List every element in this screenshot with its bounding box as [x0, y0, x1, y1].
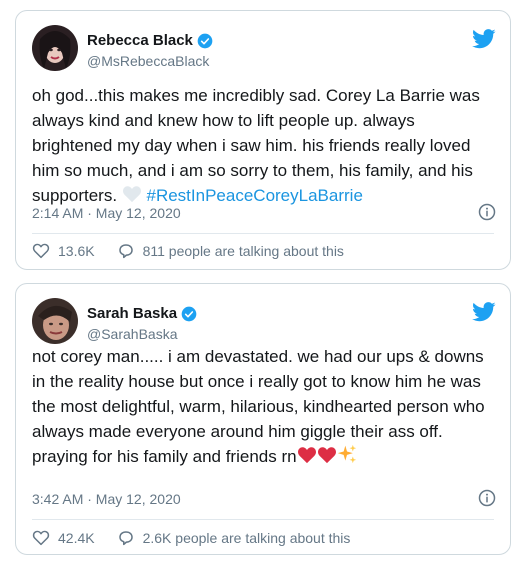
heart-icon: [32, 243, 50, 259]
action-bar: 13.6K 811 people are talking about this: [32, 242, 494, 260]
display-name[interactable]: Rebecca Black: [87, 32, 193, 49]
display-name[interactable]: Sarah Baska: [87, 305, 177, 322]
red-heart-emoji: [317, 447, 336, 464]
info-icon[interactable]: [478, 203, 496, 221]
heart-icon: [32, 530, 50, 546]
conversation-link[interactable]: 811 people are talking about this: [117, 242, 344, 260]
like-count: 42.4K: [58, 530, 95, 546]
verified-badge-icon: [181, 306, 197, 321]
hashtag-link[interactable]: #RestInPeaceCoreyLaBarrie: [147, 186, 363, 205]
sparkles-emoji: [337, 444, 356, 464]
like-button[interactable]: 42.4K: [32, 529, 95, 547]
talking-count: 2.6K people are talking about this: [142, 530, 351, 546]
divider: [32, 519, 494, 520]
user-handle[interactable]: @SarahBaska: [87, 326, 197, 342]
speech-bubble-icon: [118, 244, 133, 259]
tweet-body: not corey man..... i am devastated. we h…: [32, 347, 485, 466]
tweet-card[interactable]: Sarah Baska @SarahBaska not corey man...…: [15, 283, 511, 555]
verified-badge-icon: [197, 33, 213, 48]
like-button[interactable]: 13.6K: [32, 242, 95, 260]
divider: [32, 233, 494, 234]
timestamp[interactable]: 2:14 AM · May 12, 2020: [32, 205, 181, 221]
red-heart-emoji: [297, 447, 316, 464]
action-bar: 42.4K 2.6K people are talking about this: [32, 529, 494, 547]
speech-bubble-icon: [118, 531, 133, 546]
talking-count: 811 people are talking about this: [142, 243, 344, 259]
tweet-text: not corey man..... i am devastated. we h…: [32, 344, 496, 469]
tweet-text: oh god...this makes me incredibly sad. C…: [32, 83, 496, 208]
timestamp[interactable]: 3:42 AM · May 12, 2020: [32, 491, 181, 507]
user-handle[interactable]: @MsRebeccaBlack: [87, 53, 213, 69]
avatar[interactable]: [32, 25, 78, 71]
info-icon[interactable]: [478, 489, 496, 507]
conversation-link[interactable]: 2.6K people are talking about this: [117, 529, 351, 547]
like-count: 13.6K: [58, 243, 95, 259]
twitter-bird-icon[interactable]: [472, 302, 496, 322]
twitter-bird-icon[interactable]: [472, 29, 496, 49]
white-heart-emoji: [122, 186, 141, 203]
avatar[interactable]: [32, 298, 78, 344]
tweet-card[interactable]: Rebecca Black @MsRebeccaBlack oh god...t…: [15, 10, 511, 270]
